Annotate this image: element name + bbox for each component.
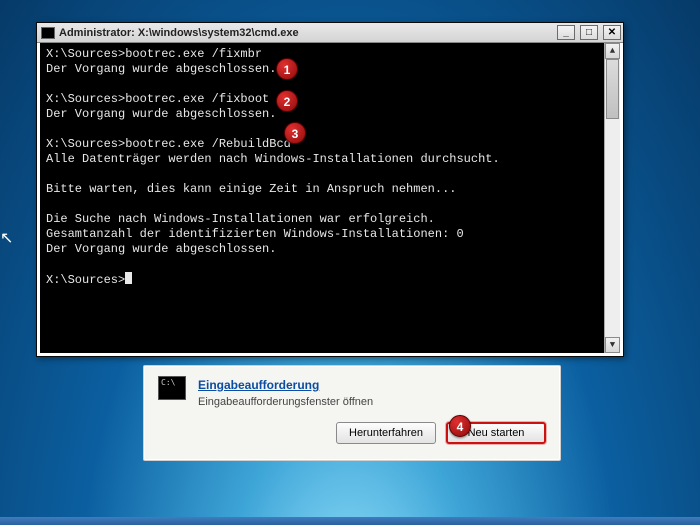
scrollbar-thumb[interactable] bbox=[606, 59, 619, 119]
scroll-down-icon[interactable]: ▼ bbox=[605, 337, 620, 353]
close-button[interactable]: ✕ bbox=[603, 25, 621, 40]
cmd-window: Administrator: X:\windows\system32\cmd.e… bbox=[36, 22, 624, 357]
restart-button[interactable]: Neu starten bbox=[446, 422, 546, 444]
window-title: Administrator: X:\windows\system32\cmd.e… bbox=[59, 27, 552, 39]
cmd-icon bbox=[158, 376, 186, 400]
terminal-output[interactable]: X:\Sources>bootrec.exe /fixmbr Der Vorga… bbox=[40, 43, 620, 353]
vertical-scrollbar[interactable]: ▲ ▼ bbox=[604, 43, 620, 353]
scroll-up-icon[interactable]: ▲ bbox=[605, 43, 620, 59]
cmd-titlebar-icon bbox=[41, 27, 55, 39]
recovery-options-dialog: Eingabeaufforderung Eingabeaufforderungs… bbox=[143, 365, 561, 461]
taskbar bbox=[0, 517, 700, 525]
shutdown-button[interactable]: Herunterfahren bbox=[336, 422, 436, 444]
titlebar[interactable]: Administrator: X:\windows\system32\cmd.e… bbox=[37, 23, 623, 43]
command-prompt-link[interactable]: Eingabeaufforderung bbox=[198, 378, 319, 392]
minimize-button[interactable]: _ bbox=[557, 25, 575, 40]
maximize-button[interactable]: □ bbox=[580, 25, 598, 40]
command-prompt-description: Eingabeaufforderungsfenster öffnen bbox=[198, 396, 546, 408]
text-cursor bbox=[125, 272, 132, 284]
mouse-cursor-icon: ↖ bbox=[0, 228, 12, 246]
